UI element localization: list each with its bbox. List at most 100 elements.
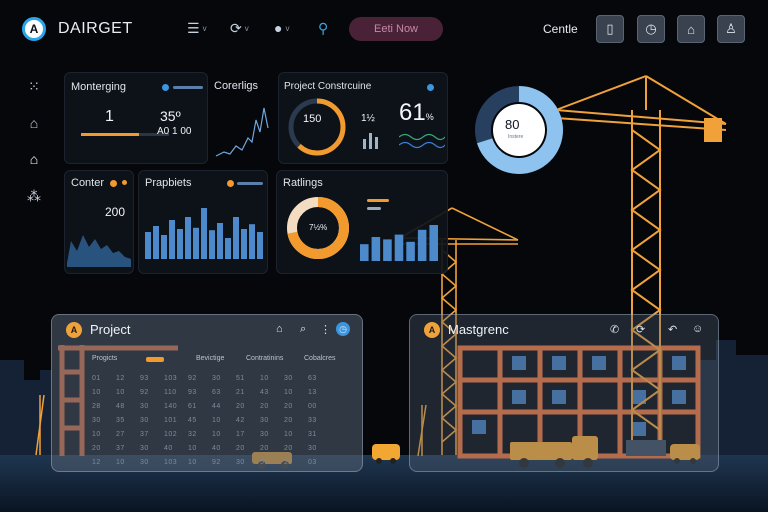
ratings-card[interactable]: Ratlings 7½% xyxy=(276,170,448,274)
status-dot xyxy=(227,180,234,187)
bar xyxy=(225,238,231,259)
monitoring-card[interactable]: Monterging 1 xyxy=(64,72,208,164)
project-construction-card[interactable]: Project Constrcuine 150 1½ 61% xyxy=(278,72,448,164)
clock-button[interactable]: ◷ xyxy=(637,15,665,43)
card-title: Prapbiets xyxy=(145,177,192,189)
table-cell: 92 xyxy=(188,375,197,382)
table-cell: 63 xyxy=(308,375,317,382)
apple-dropdown[interactable]: ● v xyxy=(274,20,289,36)
crane-counterweight xyxy=(704,118,722,142)
table-cell: 10 xyxy=(212,417,221,424)
column-header[interactable]: Contratinins xyxy=(246,355,283,362)
document-button[interactable]: ▯ xyxy=(596,15,624,43)
table-cell: 20 xyxy=(260,403,269,410)
table-cell: 30 xyxy=(140,459,149,466)
table-cell: 10 xyxy=(116,459,125,466)
column-header[interactable]: Cobalcres xyxy=(304,355,336,362)
management-panel[interactable]: A Mastgrenc ✆ ⟳ ↶ ☺ xyxy=(409,314,719,472)
phone-icon[interactable]: ✆ xyxy=(610,323,619,336)
monitoring-value: 1 xyxy=(105,108,114,125)
column-header[interactable]: Progicts xyxy=(92,355,117,362)
list-icon: ☰ xyxy=(187,20,200,36)
table-cell: 44 xyxy=(212,403,221,410)
progress-card[interactable]: Prapbiets xyxy=(138,170,268,274)
location-button[interactable]: ⚲ xyxy=(318,20,328,37)
location-pin-icon: ⚲ xyxy=(318,20,329,36)
table-cell: 28 xyxy=(92,403,101,410)
ring-value: 80 xyxy=(505,117,520,132)
table-cell: 20 xyxy=(236,403,245,410)
percent-value: 61% xyxy=(399,99,434,127)
card-title: Project Constrcuine xyxy=(284,81,372,92)
donut-value: 7½% xyxy=(309,223,328,232)
chevron-down-icon: v xyxy=(202,24,207,33)
bar xyxy=(217,223,223,259)
table-cell: 10 xyxy=(116,389,125,396)
bar xyxy=(161,235,167,259)
table-cell: 93 xyxy=(140,375,149,382)
panel-title: Project xyxy=(90,322,131,337)
project-panel[interactable]: A Project ⌂ ⌕ ⋮ ◷ Progicts Bevictige Contr… xyxy=(51,314,363,472)
bar xyxy=(371,237,381,261)
table-cell: 20 xyxy=(236,445,245,452)
status-dot xyxy=(162,84,169,91)
apple-icon: ● xyxy=(274,20,283,36)
new-button[interactable]: Eeti Now xyxy=(349,17,443,41)
table-cell: 30 xyxy=(308,445,317,452)
column-header[interactable]: Bevictige xyxy=(196,355,224,362)
table-cell: 13 xyxy=(308,389,317,396)
table-cell: 10 xyxy=(92,389,101,396)
table-cell: 32 xyxy=(188,431,197,438)
legend-bar xyxy=(173,86,203,89)
controls-sparkline xyxy=(215,107,269,157)
bar xyxy=(406,241,415,261)
home-icon[interactable]: ⌂ xyxy=(276,323,283,335)
table-cell: 20 xyxy=(284,403,293,410)
app-logo[interactable]: A xyxy=(22,17,46,41)
table-cell: 01 xyxy=(92,375,101,382)
sidebar-item-grid[interactable]: ⁙ xyxy=(24,76,44,96)
table-cell: 30 xyxy=(140,445,149,452)
status-dot xyxy=(427,84,434,91)
sidebar-item-share[interactable]: ⁂ xyxy=(24,186,44,206)
card-title: Corerligs xyxy=(214,80,259,92)
controls-card[interactable]: Corerligs xyxy=(210,72,270,164)
counter-card[interactable]: Conter 200 xyxy=(64,170,134,274)
clock-icon: ◷ xyxy=(645,21,657,36)
document-icon: ▯ xyxy=(606,21,614,36)
table-cell: 45 xyxy=(188,417,197,424)
more-icon[interactable]: ⋮ xyxy=(320,323,331,336)
table-cell: 30 xyxy=(140,417,149,424)
panel-logo: A xyxy=(424,322,440,338)
monitoring-progress-bar xyxy=(81,133,139,136)
table-cell: 17 xyxy=(236,431,245,438)
table-cell: 103 xyxy=(164,459,178,466)
table-cell: 00 xyxy=(308,403,317,410)
back-icon[interactable]: ↶ xyxy=(668,323,677,336)
refresh-dropdown[interactable]: ⟳ v xyxy=(230,20,249,37)
bar xyxy=(241,229,247,259)
panel-title: Mastgrenc xyxy=(448,322,509,337)
table-cell: 101 xyxy=(164,417,178,424)
bar xyxy=(177,229,183,259)
brand-name: DAIRGET xyxy=(58,20,133,37)
bar xyxy=(169,220,175,259)
table-cell: 20 xyxy=(260,445,269,452)
center-label[interactable]: Centle xyxy=(543,22,578,36)
refresh-icon[interactable]: ⟳ xyxy=(636,323,645,336)
user-button[interactable]: ♙ xyxy=(717,15,745,43)
table-cell: 30 xyxy=(260,431,269,438)
home-button[interactable]: ⌂ xyxy=(677,15,705,43)
wave-chart xyxy=(399,133,445,149)
table-cell: 10 xyxy=(260,375,269,382)
mini-bars xyxy=(363,133,378,149)
clock-icon[interactable]: ◷ xyxy=(336,322,350,336)
search-icon[interactable]: ⌕ xyxy=(300,323,306,336)
sidebar-item-building[interactable]: ⌂ xyxy=(24,113,44,133)
smile-icon[interactable]: ☺ xyxy=(692,323,703,335)
sidebar-item-home[interactable]: ⌂ xyxy=(24,149,44,169)
panel-header: A Mastgrenc ✆ ⟳ ↶ ☺ xyxy=(410,315,718,345)
list-dropdown[interactable]: ☰ v xyxy=(187,20,207,37)
table-cell: 27 xyxy=(116,431,125,438)
mid-value: 1½ xyxy=(361,113,375,124)
